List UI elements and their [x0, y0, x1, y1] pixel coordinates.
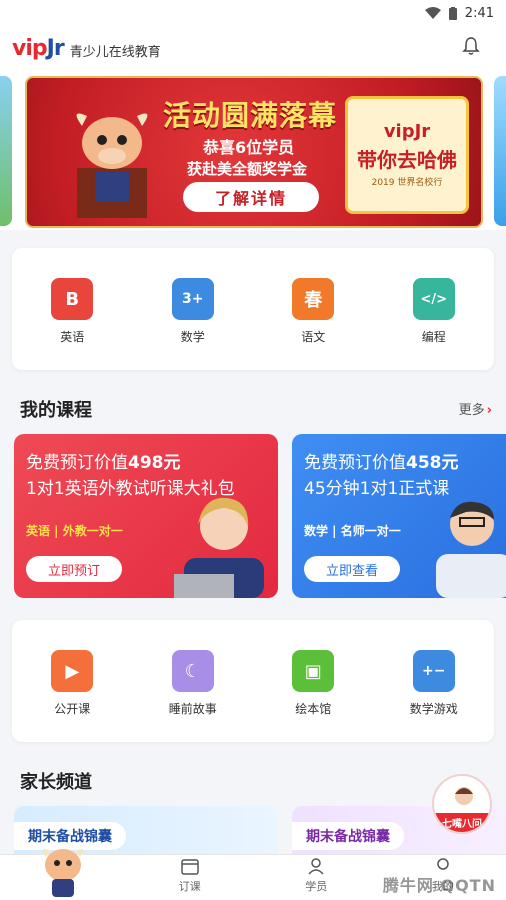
subject-coding[interactable]: </> 编程 — [394, 278, 474, 345]
battery-icon — [448, 6, 457, 20]
view-now-button[interactable]: 立即查看 — [304, 556, 400, 582]
tab-home[interactable] — [0, 849, 127, 900]
course-card-math[interactable]: 免费预订价值458元 45分钟1对1正式课 数学 | 名师一对一 立即查看 — [292, 434, 506, 598]
banner-next-peek[interactable] — [494, 76, 506, 226]
banner-carousel[interactable]: 活动圆满落幕 恭喜6位学员 获赴美全额奖学金 了解详情 vipJr 带你去哈佛 … — [0, 76, 506, 228]
subject-label: 编程 — [421, 330, 446, 344]
subject-english[interactable]: B 英语 — [32, 278, 112, 345]
code-icon: </> — [412, 278, 455, 320]
feature-label: 公开课 — [54, 702, 91, 716]
teacher-photo — [436, 501, 506, 598]
course-tag: 英语 | 外教一对一 — [26, 524, 123, 538]
video-icon: ▶ — [51, 650, 94, 692]
book-icon: B — [51, 278, 94, 320]
feature-math-games[interactable]: +− 数学游戏 — [394, 650, 474, 717]
course-price-line: 免费预订价值458元 — [304, 453, 459, 473]
status-bar: 2:41 — [0, 0, 506, 26]
app-header: vipJr 青少儿在线教育 — [0, 26, 506, 70]
feature-label: 绘本馆 — [295, 702, 332, 716]
app-tagline: 青少儿在线教育 — [69, 44, 161, 60]
banner-title: 活动圆满落幕 — [163, 99, 338, 132]
banner-badge: vipJr 带你去哈佛 2019 世界名校行 — [345, 96, 469, 214]
course-card-english[interactable]: 免费预订价值498元 1对1英语外教试听课大礼包 英语 | 外教一对一 立即预订 — [14, 434, 278, 598]
banner-line1: 恭喜6位学员 — [203, 138, 295, 157]
feature-bedtime-story[interactable]: ☾ 睡前故事 — [153, 650, 233, 717]
features-card: ▶ 公开课 ☾ 睡前故事 ▣ 绘本馆 +− 数学游戏 — [12, 620, 494, 742]
bell-icon[interactable] — [462, 36, 480, 56]
tab-label: 学员 — [305, 880, 328, 893]
subject-label: 数学 — [180, 330, 205, 344]
course-price-line: 免费预订价值498元 — [26, 453, 181, 473]
support-agent-icon — [455, 787, 473, 805]
banner-line2: 获赴美全额奖学金 — [187, 160, 308, 178]
teacher-photo — [174, 497, 264, 598]
mascot-home-icon — [42, 849, 84, 897]
moon-icon: ☾ — [171, 650, 214, 692]
book-now-button[interactable]: 立即预订 — [26, 556, 122, 582]
parent-article-label: 期末备战锦囊 — [292, 822, 404, 850]
subject-label: 语文 — [301, 330, 326, 344]
watermark-logo: 腾牛网 QQTN — [382, 876, 496, 895]
status-time: 2:41 — [464, 5, 494, 21]
badge-brand: vipJr — [383, 121, 431, 142]
badge-small-text: 2019 世界名校行 — [371, 178, 443, 188]
feature-label: 数学游戏 — [409, 702, 458, 716]
bull-mascot-icon — [76, 113, 148, 218]
banner-prev-peek[interactable] — [0, 76, 12, 226]
banner-cta-button[interactable]: 了解详情 — [183, 182, 319, 212]
chinese-icon: 春 — [292, 278, 335, 320]
app-logo: vipJr — [12, 35, 65, 61]
chevron-right-icon: › — [486, 403, 492, 418]
tab-student[interactable]: 学员 — [253, 855, 380, 900]
tab-label: 订课 — [178, 880, 201, 893]
subject-label: 英语 — [60, 330, 85, 344]
subject-chinese[interactable]: 春 语文 — [273, 278, 353, 345]
banner-slide[interactable]: 活动圆满落幕 恭喜6位学员 获赴美全额奖学金 了解详情 vipJr 带你去哈佛 … — [25, 76, 483, 228]
help-float-button[interactable]: 七嘴八问 — [432, 774, 492, 834]
bottom-tab-bar: 订课 学员 我的 腾牛网 QQTN — [0, 849, 506, 900]
calendar-icon — [181, 859, 199, 875]
tab-booking[interactable]: 订课 — [127, 855, 254, 900]
more-courses-link[interactable]: 更多 › — [459, 399, 492, 418]
wifi-icon — [424, 7, 441, 19]
math-icon: 3+ — [171, 278, 214, 320]
feature-open-class[interactable]: ▶ 公开课 — [32, 650, 112, 717]
badge-slogan: 带你去哈佛 — [357, 148, 457, 172]
picture-book-icon: ▣ — [292, 650, 335, 692]
student-icon — [308, 858, 324, 875]
feature-label: 睡前故事 — [168, 702, 217, 716]
course-tag: 数学 | 名师一对一 — [304, 524, 401, 538]
subject-math[interactable]: 3+ 数学 — [153, 278, 233, 345]
feature-picture-books[interactable]: ▣ 绘本馆 — [273, 650, 353, 717]
subjects-card: B 英语 3+ 数学 春 语文 </> 编程 — [12, 248, 494, 370]
math-game-icon: +− — [412, 650, 455, 692]
my-courses-title: 我的课程 — [20, 400, 92, 421]
parent-channel-title: 家长频道 — [20, 772, 92, 793]
